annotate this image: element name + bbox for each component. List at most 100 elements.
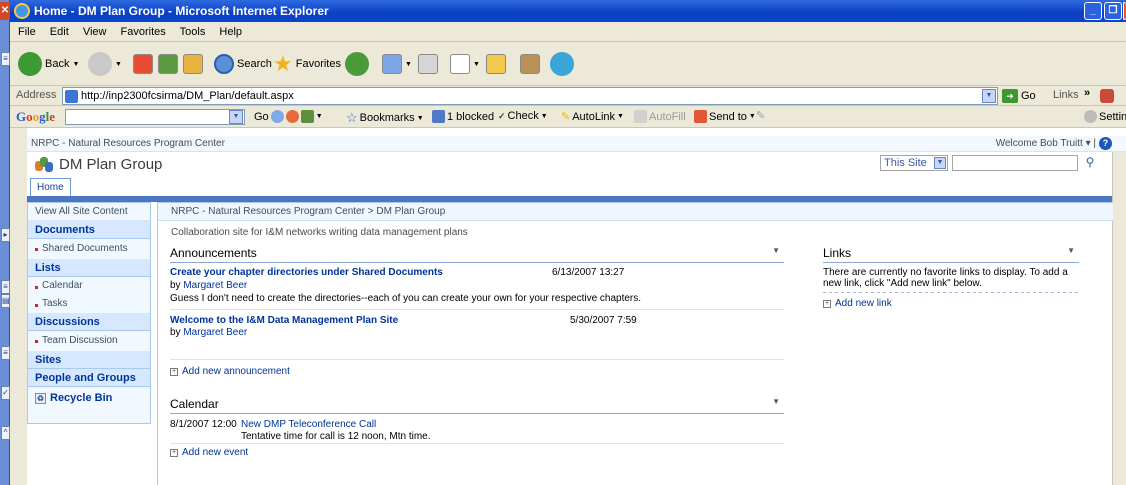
ql-item-team-discussion[interactable]: Team Discussion <box>28 331 150 351</box>
ql-item-calendar[interactable]: Calendar <box>28 277 150 295</box>
main-content: NRPC - Natural Resources Program Center … <box>157 202 1113 485</box>
highlighter-icon[interactable]: ✎ <box>756 109 765 122</box>
welcome-menu[interactable]: Welcome Bob Truitt ▾ | <box>996 136 1096 151</box>
webpart-menu-icon[interactable]: ▼ <box>1067 246 1075 255</box>
search-icon <box>214 54 234 74</box>
popup-blocker-button[interactable]: 1 blocked <box>432 110 494 123</box>
ql-item-shared-documents[interactable]: Shared Documents <box>28 239 150 259</box>
spellcheck-icon: ✓ <box>498 110 506 121</box>
panel-tab-icon[interactable]: ^ <box>1 426 10 440</box>
google-logo[interactable]: Google <box>16 109 55 125</box>
links-label[interactable]: Links <box>1053 89 1079 101</box>
window-title: Home - DM Plan Group - Microsoft Interne… <box>34 4 329 18</box>
add-new-link-link[interactable]: + Add new link <box>823 298 892 309</box>
site-search-input[interactable] <box>952 155 1078 171</box>
refresh-button[interactable] <box>158 51 178 77</box>
menu-tools[interactable]: Tools <box>180 26 206 38</box>
author-link[interactable]: Margaret Beer <box>183 327 247 338</box>
close-panel-icon[interactable]: ✕ <box>0 2 10 20</box>
autofill-icon <box>634 110 647 123</box>
address-dropdown-icon[interactable]: ▼ <box>982 89 996 103</box>
panel-tab-icon[interactable]: ✓ <box>1 386 10 400</box>
stop-button[interactable] <box>133 51 153 77</box>
ql-heading-people-groups[interactable]: People and Groups <box>28 369 150 387</box>
address-label: Address <box>16 89 57 101</box>
messenger-icon <box>550 52 574 76</box>
bookmarks-button[interactable]: ☆ Bookmarks ▼ <box>346 110 424 126</box>
google-search-input[interactable]: ▼ <box>65 109 245 125</box>
site-title[interactable]: DM Plan Group <box>35 156 162 173</box>
menu-favorites[interactable]: Favorites <box>121 26 166 38</box>
ql-heading-sites[interactable]: Sites <box>28 351 150 369</box>
ql-heading-lists[interactable]: Lists <box>28 259 150 277</box>
panel-tab-icon[interactable]: ≡ <box>1 346 10 360</box>
back-button[interactable]: Back ▼ <box>18 51 79 77</box>
folder-button[interactable] <box>486 51 506 77</box>
addon-icon[interactable] <box>1100 89 1114 103</box>
maximize-button[interactable]: ❐ <box>1104 2 1122 20</box>
author-link[interactable]: Margaret Beer <box>183 280 247 291</box>
recycle-bin-icon: ♻ <box>35 392 46 404</box>
messenger-button[interactable] <box>550 51 574 77</box>
go-button[interactable]: ➜ Go <box>1002 88 1036 104</box>
menu-bar: File Edit View Favorites Tools Help <box>10 22 1126 42</box>
minimize-button[interactable]: _ <box>1084 2 1102 20</box>
tab-home[interactable]: Home <box>30 178 71 196</box>
favorites-button[interactable]: ★ Favorites <box>273 51 341 77</box>
add-new-announcement-link[interactable]: + Add new announcement <box>170 366 290 377</box>
ql-heading-discussions[interactable]: Discussions <box>28 313 150 331</box>
stop-icon <box>133 54 153 74</box>
webpart-menu-icon[interactable]: ▼ <box>772 246 780 255</box>
menu-help[interactable]: Help <box>219 26 242 38</box>
links-webpart-title[interactable]: Links ▼ <box>823 246 1079 263</box>
top-site-link[interactable]: NRPC - Natural Resources Program Center <box>31 138 225 149</box>
google-dropdown-icon[interactable]: ▼ <box>229 110 243 124</box>
recycle-bin-link[interactable]: ♻ Recycle Bin <box>28 387 150 409</box>
panel-tab-icon[interactable]: ≡ <box>1 280 10 294</box>
side-panel-strip: ✕ ≡ ▸ ≡ ▤ ≡ ✓ ^ <box>0 0 10 485</box>
event-title-link[interactable]: New DMP Teleconference Call <box>241 419 376 430</box>
refresh-icon <box>158 54 178 74</box>
panel-tab-icon[interactable]: ▤ <box>1 294 10 308</box>
panel-tab-icon[interactable]: ≡ <box>1 52 10 66</box>
standard-toolbar: Back ▼ ▼ Search ★ Favorites ▼ ▼ <box>10 42 1126 86</box>
autofill-button[interactable]: AutoFill <box>634 110 686 123</box>
search-scope-select[interactable]: This Site ▼ <box>880 155 948 171</box>
send-to-icon <box>694 110 707 123</box>
webpart-menu-icon[interactable]: ▼ <box>772 397 780 406</box>
forward-button[interactable]: ▼ <box>88 51 122 77</box>
search-go-icon[interactable]: ⚲ <box>1082 155 1098 171</box>
breadcrumb[interactable]: NRPC - Natural Resources Program Center … <box>158 203 1113 221</box>
edit-button[interactable]: ▼ <box>450 51 480 77</box>
address-url: http://inp2300fcsirma/DM_Plan/default.as… <box>81 90 294 102</box>
announcements-webpart-title[interactable]: Announcements ▼ <box>170 246 784 263</box>
menu-view[interactable]: View <box>83 26 107 38</box>
history-button[interactable] <box>345 51 369 77</box>
mail-button[interactable]: ▼ <box>382 51 412 77</box>
calendar-webpart-title[interactable]: Calendar ▼ <box>170 397 784 414</box>
settings-button[interactable]: Settings <box>1084 110 1126 123</box>
home-button[interactable] <box>183 51 203 77</box>
ql-item-tasks[interactable]: Tasks <box>28 295 150 313</box>
menu-file[interactable]: File <box>18 26 36 38</box>
add-new-event-link[interactable]: + Add new event <box>170 447 248 458</box>
ql-heading-documents[interactable]: Documents <box>28 221 150 239</box>
window-titlebar: Home - DM Plan Group - Microsoft Interne… <box>10 0 1126 22</box>
search-button[interactable]: Search <box>214 51 272 77</box>
chevron-right-icon[interactable]: » <box>1084 87 1090 99</box>
menu-edit[interactable]: Edit <box>50 26 69 38</box>
print-button[interactable] <box>418 51 438 77</box>
announcement-title[interactable]: Create your chapter directories under Sh… <box>170 267 443 278</box>
spellcheck-button[interactable]: ✓ Check ▼ <box>498 110 548 122</box>
sendto-button[interactable]: Send to ▼ <box>694 110 756 123</box>
panel-tab-icon[interactable]: ▸ <box>1 228 10 242</box>
research-button[interactable] <box>520 51 540 77</box>
site-people-icon <box>35 156 53 173</box>
announcement-title[interactable]: Welcome to the I&M Data Management Plan … <box>170 315 398 326</box>
help-icon[interactable]: ? <box>1099 137 1112 150</box>
google-go-button[interactable]: Go ▼ <box>254 110 323 123</box>
view-all-site-content-link[interactable]: View All Site Content <box>28 203 150 221</box>
autolink-button[interactable]: ✎ AutoLink ▼ <box>561 110 624 124</box>
announcement-body: Guess I don't need to create the directo… <box>170 293 642 304</box>
address-input[interactable]: http://inp2300fcsirma/DM_Plan/default.as… <box>62 87 998 105</box>
